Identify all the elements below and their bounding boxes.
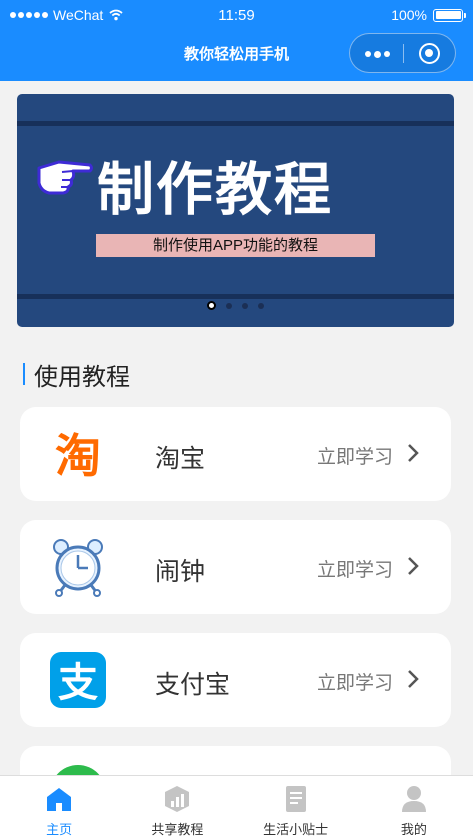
pointing-hand-icon xyxy=(37,160,93,195)
alipay-icon: 支 xyxy=(50,652,106,708)
battery-status: 100% xyxy=(391,7,466,23)
tab-shared-tutorials[interactable]: 共享教程 xyxy=(118,776,236,837)
battery-percent: 100% xyxy=(391,7,427,23)
carousel-dot[interactable] xyxy=(242,302,248,309)
carousel-dot-active[interactable] xyxy=(207,301,216,310)
banner-subtitle: 制作使用APP功能的教程 xyxy=(96,234,375,257)
chevron-right-icon xyxy=(408,670,419,688)
carousel-dot[interactable] xyxy=(258,302,264,309)
capsule-divider xyxy=(403,44,404,63)
carousel-indicator xyxy=(207,301,264,310)
tab-label: 主页 xyxy=(46,822,73,837)
tab-label: 生活小贴士 xyxy=(263,822,329,837)
header: WeChat 11:59 100% 教你轻松用手机 xyxy=(0,0,473,81)
tutorial-name: 支付宝 xyxy=(155,671,231,699)
battery-icon xyxy=(433,8,466,22)
bottom-tab-bar: 主页 共享教程 生活小贴士 我的 xyxy=(0,775,473,837)
more-icon[interactable] xyxy=(365,50,390,58)
home-icon xyxy=(47,788,72,811)
status-bar: WeChat 11:59 100% xyxy=(0,0,473,30)
tab-mine[interactable]: 我的 xyxy=(355,776,473,837)
tab-label: 共享教程 xyxy=(151,822,204,837)
chevron-right-icon xyxy=(408,557,419,575)
tutorial-card-alipay[interactable]: 支 支付宝 立即学习 xyxy=(20,633,451,727)
tutorial-card-alarm[interactable]: 闹钟 立即学习 xyxy=(20,520,451,614)
banner-line xyxy=(17,294,454,299)
user-icon xyxy=(401,786,426,812)
learn-now-link[interactable]: 立即学习 xyxy=(317,668,393,695)
section-title: 使用教程 xyxy=(34,363,130,391)
chart-icon xyxy=(165,786,190,812)
tab-life-tips[interactable]: 生活小贴士 xyxy=(237,776,355,837)
tutorial-name: 淘宝 xyxy=(155,445,206,473)
banner-headline: 制作教程 xyxy=(97,157,333,223)
learn-now-link[interactable]: 立即学习 xyxy=(317,442,393,469)
tab-label: 我的 xyxy=(400,822,427,837)
tutorial-name: 闹钟 xyxy=(155,558,206,586)
banner-line xyxy=(17,121,454,126)
taobao-icon: 淘 xyxy=(55,429,101,483)
tab-home[interactable]: 主页 xyxy=(0,776,118,837)
banner-carousel[interactable]: 制作教程 制作使用APP功能的教程 xyxy=(17,94,454,327)
carousel-dot[interactable] xyxy=(226,302,232,309)
chevron-right-icon xyxy=(408,444,419,462)
svg-text:淘: 淘 xyxy=(55,429,101,483)
tutorial-card-taobao[interactable]: 淘 淘宝 立即学习 xyxy=(20,407,451,501)
section-accent-bar xyxy=(23,363,25,385)
document-icon xyxy=(285,786,306,812)
svg-text:支: 支 xyxy=(58,660,98,706)
alarm-clock-icon xyxy=(53,539,103,597)
mini-program-capsule xyxy=(349,33,456,73)
close-icon[interactable] xyxy=(419,43,440,64)
section-header: 使用教程 xyxy=(23,360,130,391)
learn-now-link[interactable]: 立即学习 xyxy=(317,555,393,582)
